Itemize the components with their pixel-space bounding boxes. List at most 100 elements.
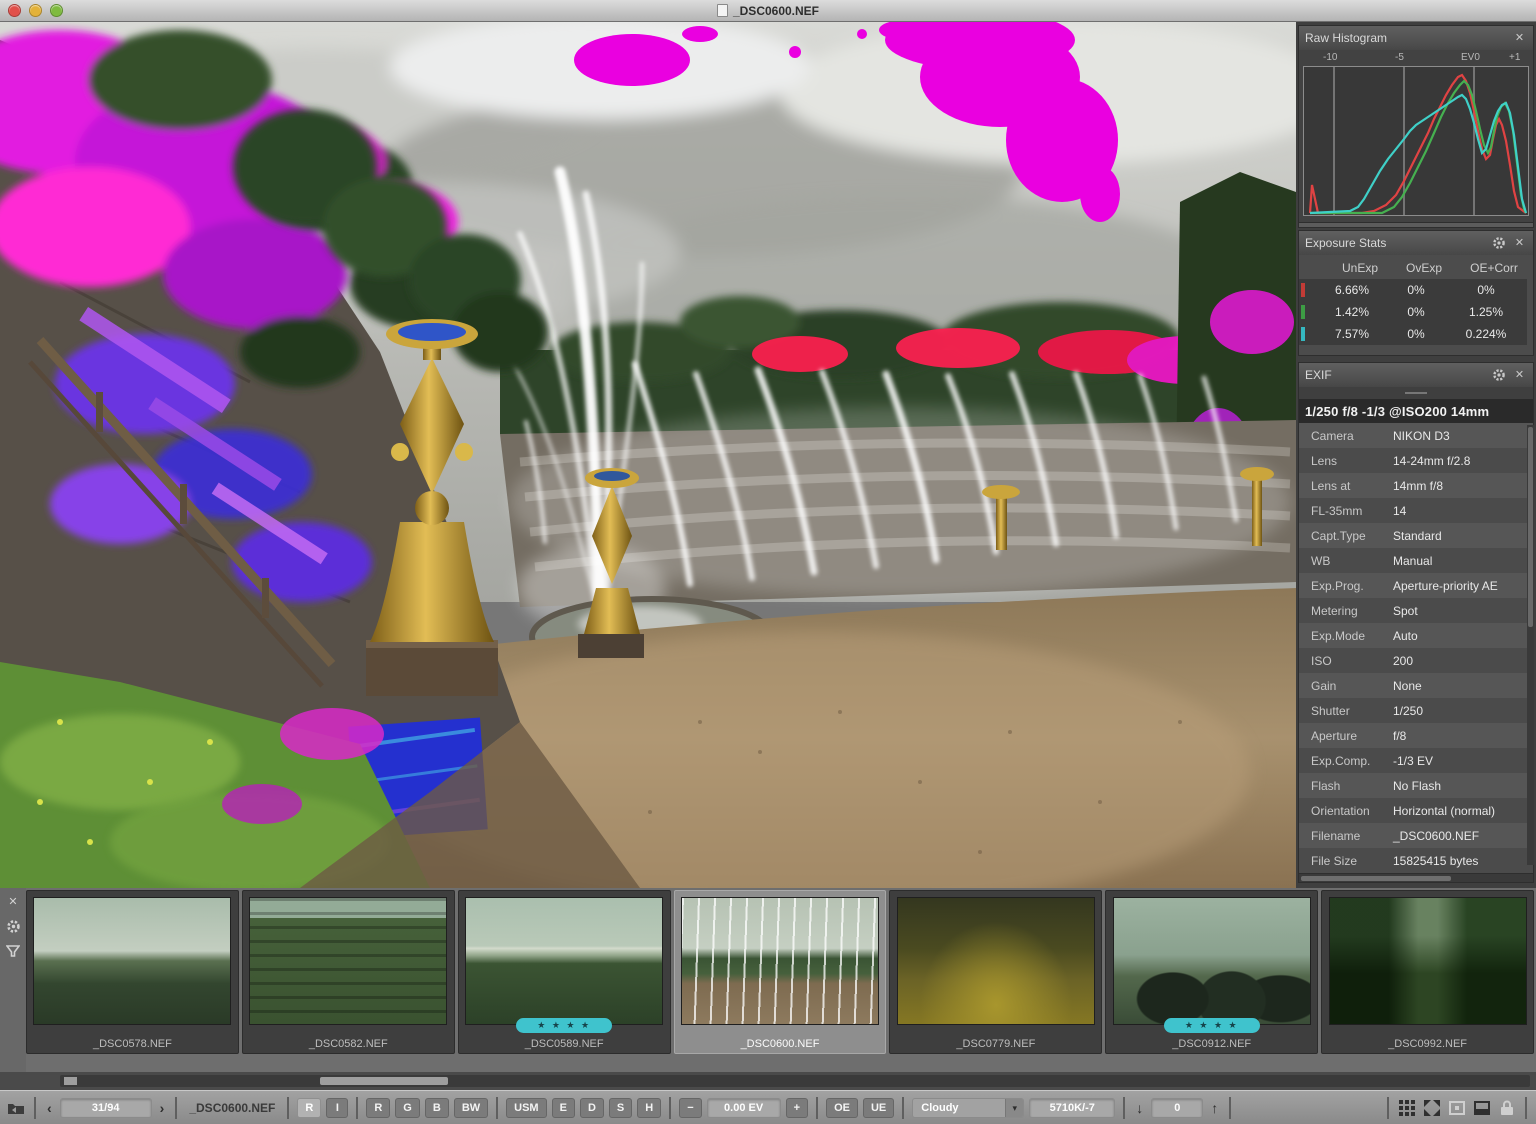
- highlights-button[interactable]: H: [637, 1097, 662, 1118]
- rating-badge[interactable]: ★ ★ ★ ★: [1163, 1018, 1260, 1033]
- underexposure-button[interactable]: UE: [862, 1097, 895, 1118]
- histogram-plot: [1303, 66, 1529, 216]
- folder-icon[interactable]: [6, 1098, 26, 1118]
- next-image-button[interactable]: ›: [157, 1100, 168, 1116]
- close-icon[interactable]: ✕: [5, 894, 21, 910]
- titlebar[interactable]: _DSC0600.NEF: [0, 0, 1536, 22]
- close-icon[interactable]: ✕: [1512, 31, 1527, 46]
- scrollbar-track[interactable]: [60, 1075, 1530, 1087]
- histogram-axis: -10 -5 EV0 +1: [1303, 52, 1529, 66]
- exif-horizontal-scrollbar[interactable]: [1299, 873, 1533, 882]
- details-button[interactable]: D: [579, 1097, 604, 1118]
- list-item[interactable]: _DSC0582.NEF: [241, 890, 455, 1054]
- fit-to-screen-icon[interactable]: [1422, 1098, 1442, 1118]
- list-item[interactable]: ★ ★ ★ ★ _DSC0589.NEF: [457, 890, 671, 1054]
- table-row: Filename _DSC0600.NEF: [1299, 823, 1533, 848]
- filmstrip-scrollbar[interactable]: [0, 1072, 1536, 1090]
- red-channel-button[interactable]: R: [366, 1097, 391, 1118]
- raw-histogram-body: -10 -5 EV0 +1: [1299, 50, 1533, 222]
- photo-fountain-scene: [0, 22, 1296, 888]
- exif-header[interactable]: EXIF ✕: [1299, 363, 1533, 387]
- list-item-selected[interactable]: _DSC0600.NEF: [673, 890, 887, 1054]
- tick-plus1: +1: [1509, 52, 1521, 63]
- table-row: FL-35mm 14: [1299, 498, 1533, 523]
- raw-histogram-header[interactable]: Raw Histogram ✕: [1299, 26, 1533, 50]
- thumbnail-filename: _DSC0578.NEF: [92, 1038, 172, 1050]
- table-row: Flash No Flash: [1299, 773, 1533, 798]
- unexp-value: 1.42%: [1334, 305, 1370, 319]
- prev-image-button[interactable]: ‹: [44, 1100, 55, 1116]
- table-row: Gain None: [1299, 673, 1533, 698]
- green-channel-chip: [1301, 305, 1305, 319]
- green-channel-button[interactable]: G: [395, 1097, 420, 1118]
- lock-icon[interactable]: [1497, 1098, 1517, 1118]
- thumbnail-image: [681, 897, 879, 1025]
- grid-view-icon[interactable]: [1397, 1098, 1417, 1118]
- close-icon[interactable]: ✕: [1512, 236, 1527, 251]
- info-mode-button[interactable]: I: [326, 1097, 349, 1118]
- exif-summary: 1/250 f/8 -1/3 @ISO200 14mm: [1299, 399, 1533, 423]
- list-item[interactable]: _DSC0578.NEF: [26, 890, 239, 1054]
- gear-icon[interactable]: [1492, 236, 1507, 251]
- filmstrip-rail: ✕: [0, 888, 26, 1072]
- oecorr-value: 1.25%: [1468, 305, 1504, 319]
- bw-channel-button[interactable]: BW: [453, 1097, 489, 1118]
- unexp-value: 6.66%: [1334, 283, 1370, 297]
- unexp-value: 7.57%: [1334, 327, 1370, 341]
- exposure-stats-header[interactable]: Exposure Stats ✕: [1299, 231, 1533, 255]
- list-item[interactable]: _DSC0992.NEF: [1321, 890, 1535, 1054]
- rating-badge[interactable]: ★ ★ ★ ★: [516, 1018, 613, 1033]
- gear-icon[interactable]: [5, 919, 21, 935]
- close-window-button[interactable]: [8, 4, 21, 17]
- ovexp-value: 0%: [1407, 305, 1425, 319]
- exposure-stats-table: 6.66% 0% 0% 1.42% 0% 1.25% 7.57% 0% 0.22…: [1299, 279, 1527, 345]
- blue-channel-button[interactable]: B: [424, 1097, 449, 1118]
- exif-table: Camera NIKON D3 Lens 14-24mm f/2.8 Lens at…: [1299, 423, 1533, 873]
- minimize-window-button[interactable]: [29, 4, 42, 17]
- raw-histogram-panel: Raw Histogram ✕ -10 -5 EV0 +1: [1298, 25, 1534, 228]
- usm-button[interactable]: USM: [506, 1097, 547, 1118]
- ovexp-value: 0%: [1407, 283, 1425, 297]
- thumbnail-image: [1328, 897, 1527, 1025]
- zoom-window-button[interactable]: [50, 4, 63, 17]
- window-title-text: _DSC0600.NEF: [732, 3, 820, 18]
- traffic-lights: [8, 4, 63, 17]
- gear-icon[interactable]: [1492, 368, 1507, 383]
- table-row: WB Manual: [1299, 548, 1533, 573]
- image-counter: 31/94: [59, 1097, 152, 1118]
- thumbnail-image: [896, 897, 1095, 1025]
- toggle-panels-icon[interactable]: [1472, 1098, 1492, 1118]
- scrollbar-arrow[interactable]: [64, 1077, 77, 1085]
- scrollbar-handle[interactable]: [320, 1077, 448, 1085]
- raw-mode-button[interactable]: R: [297, 1097, 322, 1118]
- table-row: 7.57% 0% 0.224%: [1299, 323, 1527, 345]
- shadows-button[interactable]: S: [608, 1097, 633, 1118]
- filter-icon[interactable]: [5, 944, 21, 960]
- rating-down-button[interactable]: ↓: [1133, 1100, 1146, 1116]
- exposure-stats-body: UnExp OvExp OE+Corr 6.66% 0% 0% 1.42% 0%: [1299, 255, 1533, 355]
- list-item[interactable]: _DSC0779.NEF: [889, 890, 1103, 1054]
- thumbnail-image: [33, 897, 232, 1025]
- white-balance-dropdown[interactable]: Cloudy ▾: [912, 1097, 1025, 1118]
- exposure-button[interactable]: E: [551, 1097, 575, 1118]
- chevron-down-icon[interactable]: ▾: [1005, 1098, 1024, 1117]
- col-unexp: UnExp: [1341, 261, 1379, 275]
- panel-resize-handle[interactable]: [1299, 387, 1533, 399]
- image-viewer[interactable]: [0, 22, 1296, 888]
- ev-value: 0.00 EV: [706, 1097, 781, 1118]
- table-row: Aperture f/8: [1299, 723, 1533, 748]
- thumbnail-filename: _DSC0582.NEF: [308, 1038, 388, 1050]
- rating-up-button[interactable]: ↑: [1208, 1100, 1221, 1116]
- list-item[interactable]: ★ ★ ★ ★ _DSC0912.NEF: [1105, 890, 1319, 1054]
- ev-plus-button[interactable]: +: [785, 1097, 809, 1118]
- raw-histogram-title: Raw Histogram: [1305, 31, 1388, 45]
- table-row: Capt.Type Standard: [1299, 523, 1533, 548]
- overexposure-button[interactable]: OE: [826, 1097, 858, 1118]
- exif-vertical-scrollbar[interactable]: [1527, 425, 1534, 865]
- ev-minus-button[interactable]: −: [679, 1097, 702, 1118]
- panel-resize-handle[interactable]: [1299, 222, 1533, 227]
- oecorr-value: 0%: [1477, 283, 1495, 297]
- close-icon[interactable]: ✕: [1512, 368, 1527, 383]
- table-row: Camera NIKON D3: [1299, 423, 1533, 448]
- one-to-one-zoom-icon[interactable]: [1447, 1098, 1467, 1118]
